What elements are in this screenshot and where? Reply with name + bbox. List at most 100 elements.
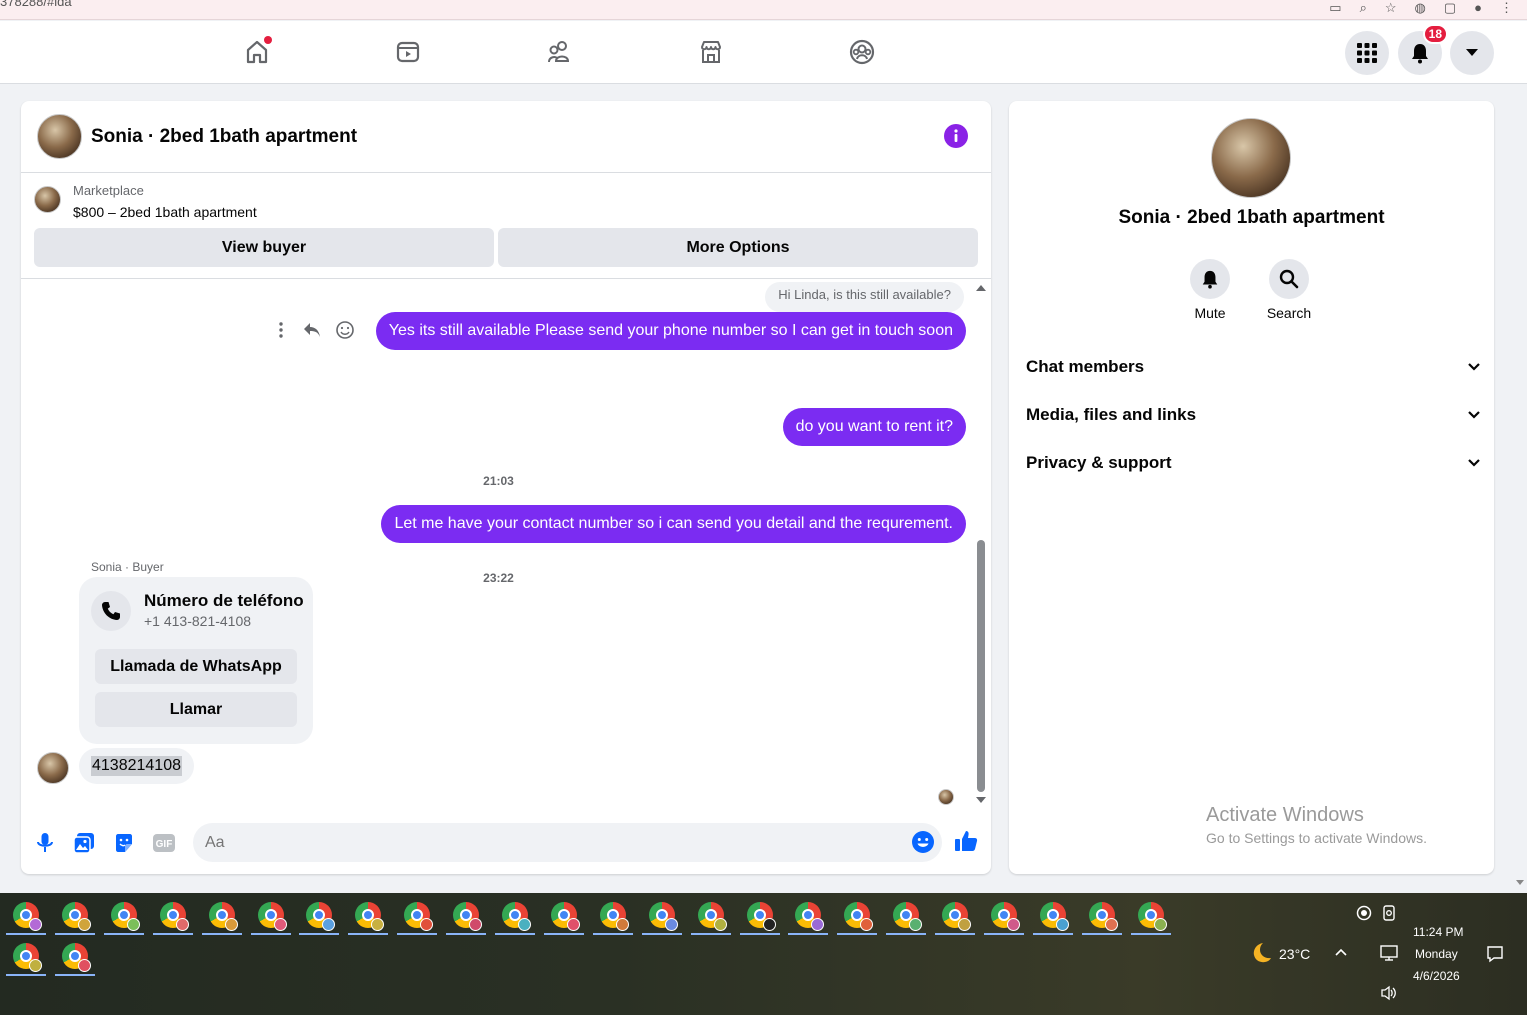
emoji-button[interactable] [911, 830, 935, 854]
profile-badge-icon [615, 918, 629, 931]
taskbar-chrome-window[interactable] [1081, 895, 1122, 935]
clock-time[interactable]: 11:24 PM [1413, 925, 1463, 939]
profile-badge-icon [518, 918, 531, 931]
send-like-button[interactable] [954, 829, 978, 853]
sticker-button[interactable] [112, 831, 136, 855]
voice-clip-button[interactable] [33, 831, 57, 855]
outgoing-message[interactable]: do you want to rent it? [782, 408, 966, 446]
info-title[interactable]: Sonia · 2bed 1bath apartment [1009, 207, 1494, 229]
taskbar-chrome-window[interactable] [299, 895, 340, 935]
taskbar-chrome-window[interactable] [446, 895, 487, 935]
taskbar-chrome-window[interactable] [54, 895, 95, 935]
more-options-button[interactable]: More Options [498, 228, 978, 267]
marketplace-store-icon [701, 41, 721, 63]
menu-grid-button[interactable] [1345, 31, 1389, 75]
taskbar-chrome-window[interactable] [886, 895, 927, 935]
scroll-down-arrow[interactable] [976, 797, 986, 803]
record-icon[interactable] [1356, 905, 1372, 921]
taskbar-chrome-window[interactable] [1130, 895, 1171, 935]
taskbar-chrome-window[interactable] [739, 895, 780, 935]
section-chat-members[interactable]: Chat members [1026, 347, 1481, 387]
weather-temperature[interactable]: 23°C [1279, 946, 1310, 962]
taskbar-chrome-window[interactable] [103, 895, 144, 935]
scroll-thumb[interactable] [977, 540, 985, 792]
listing-price-title[interactable]: $800 – 2bed 1bath apartment [73, 204, 257, 220]
taskbar-chrome-window[interactable] [935, 895, 976, 935]
taskbar-chrome-window[interactable] [250, 895, 291, 935]
taskbar-chrome-window[interactable] [152, 895, 193, 935]
mute-button[interactable] [1190, 259, 1230, 299]
browser-menu-icon[interactable]: ⋮ [1500, 0, 1513, 16]
whatsapp-call-button[interactable]: Llamada de WhatsApp [95, 649, 297, 684]
volume-icon[interactable] [1380, 985, 1398, 1001]
taskbar-chrome-window[interactable] [788, 895, 829, 935]
more-vertical-icon[interactable] [273, 321, 289, 339]
incoming-message[interactable]: 4138214108 [79, 748, 194, 784]
taskbar-chrome-window[interactable] [837, 895, 878, 935]
gif-button[interactable]: GIF [152, 831, 176, 855]
notification-center-icon[interactable] [1486, 945, 1504, 963]
chrome-icon [502, 902, 531, 931]
extension-icon[interactable]: ◍ [1415, 0, 1426, 16]
nav-video[interactable] [391, 35, 425, 69]
nav-groups[interactable] [845, 35, 879, 69]
chat-title[interactable]: Sonia · 2bed 1bath apartment [91, 126, 357, 148]
screen-cast-icon[interactable]: ▭ [1329, 0, 1341, 16]
taskbar-chrome-window[interactable] [592, 895, 633, 935]
chrome-icon [991, 902, 1020, 931]
nav-marketplace[interactable] [694, 35, 728, 69]
chat-avatar[interactable] [37, 114, 82, 159]
attach-media-button[interactable] [72, 831, 96, 855]
url-fragment[interactable]: 378288/#ida [0, 0, 72, 9]
show-hidden-icons-chevron-icon[interactable] [1334, 947, 1348, 957]
taskbar-chrome-window[interactable] [397, 895, 438, 935]
section-media-files-links[interactable]: Media, files and links [1026, 395, 1481, 435]
message-input[interactable] [193, 823, 942, 862]
message-list[interactable]: Hi Linda, is this still available? Yes i… [21, 280, 991, 810]
selected-text[interactable]: 4138214108 [91, 756, 182, 776]
taskbar-chrome-window[interactable] [6, 936, 46, 976]
bookmark-star-icon[interactable]: ☆ [1385, 0, 1397, 16]
profile-icon[interactable]: ● [1474, 0, 1482, 16]
taskbar-chrome-window[interactable] [348, 895, 389, 935]
taskbar-chrome-window[interactable] [543, 895, 584, 935]
camera-switch-icon[interactable] [1381, 904, 1397, 922]
message-timestamp: 21:03 [483, 474, 514, 488]
listing-thumbnail[interactable] [34, 186, 61, 213]
scroll-up-arrow[interactable] [976, 285, 986, 291]
sidepanel-icon[interactable]: ▢ [1444, 0, 1456, 16]
outgoing-message[interactable]: Let me have your contact number so i can… [381, 505, 966, 543]
taskbar-chrome-window[interactable] [54, 936, 95, 976]
call-button[interactable]: Llamar [95, 692, 297, 727]
taskbar-chrome-window[interactable] [495, 895, 535, 935]
info-avatar[interactable] [1211, 118, 1291, 198]
search-button[interactable] [1269, 259, 1309, 299]
taskbar-chrome-window[interactable] [690, 895, 731, 935]
notifications-button[interactable]: 18 [1398, 24, 1448, 75]
sender-avatar[interactable] [37, 752, 69, 784]
chrome-icon [697, 902, 727, 931]
weather-moon-icon[interactable] [1248, 941, 1272, 965]
taskbar-chrome-window[interactable] [984, 895, 1024, 935]
clock-day[interactable]: Monday [1415, 947, 1458, 961]
react-emoji-icon[interactable] [335, 320, 355, 340]
message-scrollbar[interactable] [972, 282, 990, 808]
network-icon[interactable] [1380, 945, 1398, 961]
taskbar-chrome-window[interactable] [201, 895, 242, 935]
zoom-icon[interactable]: ⌕ [1360, 0, 1367, 16]
taskbar-chrome-window[interactable] [6, 895, 46, 935]
taskbar-chrome-window[interactable] [641, 895, 682, 935]
taskbar-chrome-window[interactable] [1032, 895, 1073, 935]
chat-info-button[interactable] [944, 124, 968, 148]
nav-home[interactable] [240, 35, 274, 69]
profile-badge-icon [29, 959, 42, 972]
section-privacy-support[interactable]: Privacy & support [1026, 443, 1481, 483]
outgoing-message[interactable]: Yes its still available Please send your… [375, 312, 966, 350]
account-menu-button[interactable] [1450, 31, 1494, 75]
clock-date[interactable]: 4/6/2026 [1413, 969, 1460, 983]
nav-friends[interactable] [542, 35, 576, 69]
view-buyer-button[interactable]: View buyer [34, 228, 494, 267]
page-scroll-down-arrow[interactable] [1516, 880, 1524, 885]
chrome-icon [159, 902, 189, 931]
reply-icon[interactable] [302, 321, 322, 339]
